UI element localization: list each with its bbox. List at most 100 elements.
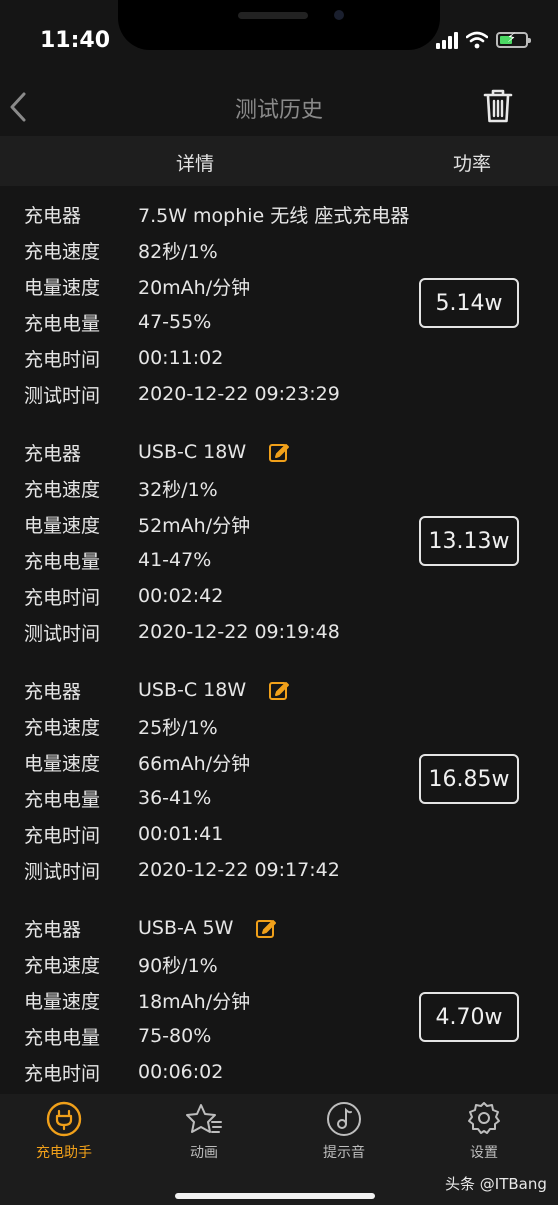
record-row-rate: 电量速度 20mAh/分钟	[24, 268, 250, 304]
row-value: 18mAh/分钟	[138, 987, 250, 1014]
record-row-duration: 充电时间 00:11:02	[24, 340, 223, 376]
row-label: 测试时间	[24, 384, 101, 407]
column-header: 详情 功率	[0, 136, 558, 186]
history-record[interactable]: 充电器 USB-A 5W 充电速度 90秒/1% 电量速度 18mAh/分钟充电电量 75-…	[0, 900, 558, 1094]
tab-settings[interactable]: 设置	[439, 1100, 529, 1162]
test-time-value: 2020-12-22 09:17:42	[138, 859, 340, 881]
history-list[interactable]: 充电器 7.5W mophie 无线 座式充电器充电速度 82秒/1% 电量速度 20m…	[0, 186, 558, 1094]
row-label: 充电时间	[24, 824, 101, 847]
plug-icon	[46, 1101, 82, 1137]
row-value: USB-C 18W	[138, 441, 290, 463]
row-value: 20mAh/分钟	[138, 273, 250, 300]
record-row-amount: 充电电量 47-55%	[24, 304, 211, 340]
record-row-amount: 充电电量 75-80%	[24, 1018, 211, 1054]
tab-animation[interactable]: 动画	[159, 1100, 249, 1162]
row-label: 充电电量	[24, 788, 101, 811]
record-row-amount: 充电电量 41-47%	[24, 542, 211, 578]
row-value: 52mAh/分钟	[138, 511, 250, 538]
row-value: 75-80%	[138, 1025, 211, 1047]
record-row-rate: 电量速度 52mAh/分钟	[24, 506, 250, 542]
test-time-value: 2020-12-22 09:23:29	[138, 383, 340, 405]
amount-value: 41-47%	[138, 549, 212, 571]
power-badge: 16.85w	[419, 754, 519, 804]
row-value: 00:11:02	[138, 347, 223, 369]
tab-charging-assistant[interactable]: 充电助手	[19, 1100, 109, 1162]
row-value: 00:01:41	[138, 823, 223, 845]
row-value: 25秒/1%	[138, 713, 218, 740]
device-notch	[118, 0, 440, 50]
edit-icon[interactable]	[255, 917, 277, 939]
row-value: 00:06:02	[138, 1061, 223, 1083]
row-value: 32秒/1%	[138, 475, 218, 502]
row-label: 充电电量	[24, 550, 101, 573]
amount-value: 75-80%	[138, 1025, 212, 1047]
row-value: 66mAh/分钟	[138, 749, 250, 776]
history-record[interactable]: 充电器 USB-C 18W 充电速度 25秒/1% 电量速度 66mAh/分钟 充电电量 36…	[0, 662, 558, 900]
charger-value: 7.5W mophie 无线 座式充电器	[138, 204, 410, 227]
speed-value: 25秒/1%	[138, 716, 218, 739]
row-value: 82秒/1%	[138, 237, 218, 264]
record-row-amount: 充电电量 36-41%	[24, 780, 211, 816]
gear-icon	[468, 1102, 500, 1134]
rate-value: 52mAh/分钟	[138, 514, 251, 537]
home-indicator[interactable]	[175, 1193, 375, 1199]
record-row-duration: 充电时间 00:06:02	[24, 1054, 223, 1090]
row-label: 充电时间	[24, 1062, 101, 1085]
edit-icon[interactable]	[268, 679, 290, 701]
row-label: 充电时间	[24, 348, 101, 371]
row-label: 电量速度	[24, 276, 101, 299]
duration-value: 00:11:02	[138, 347, 224, 369]
tab-label: 动画	[190, 1145, 218, 1161]
tab-label: 设置	[470, 1145, 498, 1161]
speed-value: 82秒/1%	[138, 240, 218, 263]
wifi-icon	[466, 31, 488, 49]
record-row-charger: 充电器 USB-C 18W	[24, 434, 290, 470]
column-detail: 详情	[176, 153, 215, 175]
record-row-test-time: 测试时间 2020-12-22 09:17:42	[24, 852, 340, 888]
record-row-speed: 充电速度 90秒/1%	[24, 946, 218, 982]
status-time: 11:40	[40, 28, 111, 53]
amount-value: 47-55%	[138, 311, 212, 333]
row-label: 电量速度	[24, 990, 101, 1013]
record-row-speed: 充电速度 32秒/1%	[24, 470, 218, 506]
speed-value: 90秒/1%	[138, 954, 218, 977]
rate-value: 20mAh/分钟	[138, 276, 251, 299]
row-label: 充电电量	[24, 312, 101, 335]
amount-value: 36-41%	[138, 787, 212, 809]
row-value: 41-47%	[138, 549, 211, 571]
row-value: 2020-12-22 09:19:48	[138, 621, 340, 643]
charger-value: USB-C 18W	[138, 679, 247, 701]
row-label: 充电器	[24, 204, 82, 227]
duration-value: 00:01:41	[138, 823, 224, 845]
record-row-charger: 充电器 7.5W mophie 无线 座式充电器	[24, 196, 409, 232]
row-label: 测试时间	[24, 622, 101, 645]
music-note-icon	[327, 1102, 361, 1136]
charger-value: USB-A 5W	[138, 917, 234, 939]
row-value: USB-C 18W	[138, 679, 290, 701]
row-label: 充电器	[24, 442, 82, 465]
test-time-value: 2020-12-22 09:19:48	[138, 621, 340, 643]
tab-sound[interactable]: 提示音	[299, 1100, 389, 1162]
star-icon	[186, 1104, 222, 1133]
row-label: 充电速度	[24, 240, 101, 263]
row-value: 2020-12-22 09:23:29	[138, 383, 340, 405]
record-row-rate: 电量速度 66mAh/分钟	[24, 744, 250, 780]
row-value: 90秒/1%	[138, 951, 218, 978]
duration-value: 00:06:02	[138, 1061, 224, 1083]
row-label: 充电速度	[24, 716, 101, 739]
history-record[interactable]: 充电器 USB-C 18W 充电速度 32秒/1% 电量速度 52mAh/分钟充电电量 41…	[0, 424, 558, 662]
record-row-speed: 充电速度 25秒/1%	[24, 708, 218, 744]
trash-icon[interactable]	[482, 88, 514, 124]
record-row-speed: 充电速度 82秒/1%	[24, 232, 218, 268]
row-value: 2020-12-22 09:17:42	[138, 859, 340, 881]
edit-icon[interactable]	[268, 441, 290, 463]
history-record[interactable]: 充电器 7.5W mophie 无线 座式充电器充电速度 82秒/1% 电量速度 20m…	[0, 186, 558, 424]
row-label: 充电器	[24, 918, 82, 941]
cellular-signal-icon	[436, 31, 458, 49]
status-bar: 11:40 ⚡	[0, 0, 558, 80]
row-label: 充电电量	[24, 1026, 101, 1049]
tab-label: 提示音	[323, 1145, 365, 1161]
speed-value: 32秒/1%	[138, 478, 218, 501]
row-value: 00:02:42	[138, 585, 223, 607]
row-label: 测试时间	[24, 860, 101, 883]
